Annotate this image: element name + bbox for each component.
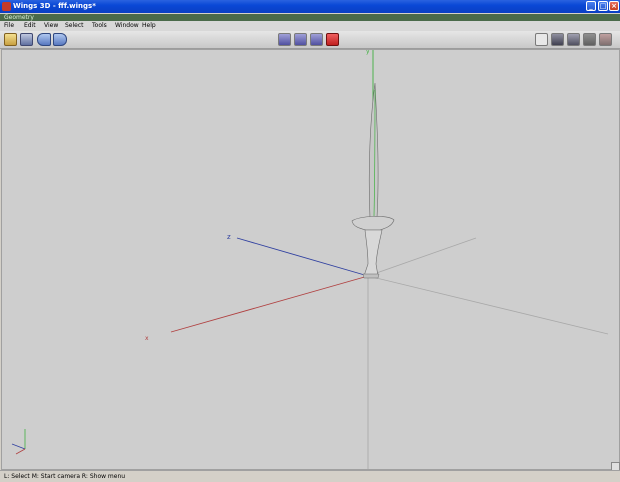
axis-gizmo	[11, 429, 26, 455]
title-bar: Wings 3D - fff.wings* _ □ ×	[0, 0, 620, 13]
toolbar	[0, 31, 620, 49]
menu-file[interactable]: File	[4, 21, 14, 31]
menu-view[interactable]: View	[44, 21, 58, 31]
axes-icon[interactable]	[599, 33, 612, 46]
window-title: Wings 3D - fff.wings*	[13, 2, 96, 10]
geometry-window-bar[interactable]: Geometry	[0, 14, 620, 21]
edge-mode-icon[interactable]	[294, 33, 307, 46]
z-axis-label: z	[227, 233, 231, 241]
close-button[interactable]: ×	[609, 1, 619, 11]
wireframe-icon[interactable]	[535, 33, 548, 46]
undo-icon[interactable]	[37, 33, 51, 46]
menu-window[interactable]: Window	[115, 21, 139, 31]
status-text: L: Select M: Start camera R: Show menu	[4, 473, 126, 480]
ground-icon[interactable]	[583, 33, 596, 46]
menu-tools[interactable]: Tools	[92, 21, 107, 31]
wings3d-app-icon[interactable]	[2, 2, 11, 11]
maximize-button[interactable]: □	[598, 1, 608, 11]
geometry-window-title: Geometry	[4, 14, 34, 21]
vertex-mode-icon[interactable]	[278, 33, 291, 46]
face-mode-icon[interactable]	[310, 33, 323, 46]
redo-icon[interactable]	[53, 33, 67, 46]
flat-shade-icon[interactable]	[567, 33, 580, 46]
minimize-button[interactable]: _	[586, 1, 596, 11]
x-axis-line	[170, 275, 369, 333]
3d-viewport[interactable]: x z y	[1, 49, 620, 470]
menu-help[interactable]: Help	[142, 21, 156, 31]
status-bar: L: Select M: Start camera R: Show menu	[0, 470, 620, 482]
save-icon[interactable]	[20, 33, 33, 46]
body-mode-icon[interactable]	[326, 33, 339, 46]
neg-x-axis-line	[367, 237, 477, 277]
viewport-scene: x z y	[11, 50, 609, 469]
sword-model[interactable]	[351, 82, 395, 279]
neg-z-axis-line	[367, 275, 609, 335]
smooth-shade-icon[interactable]	[551, 33, 564, 46]
open-icon[interactable]	[4, 33, 17, 46]
z-axis-line	[236, 237, 369, 277]
y-axis-label: y	[366, 50, 370, 55]
x-axis-label: x	[145, 335, 149, 342]
menu-select[interactable]: Select	[65, 21, 84, 31]
menu-edit[interactable]: Edit	[24, 21, 36, 31]
